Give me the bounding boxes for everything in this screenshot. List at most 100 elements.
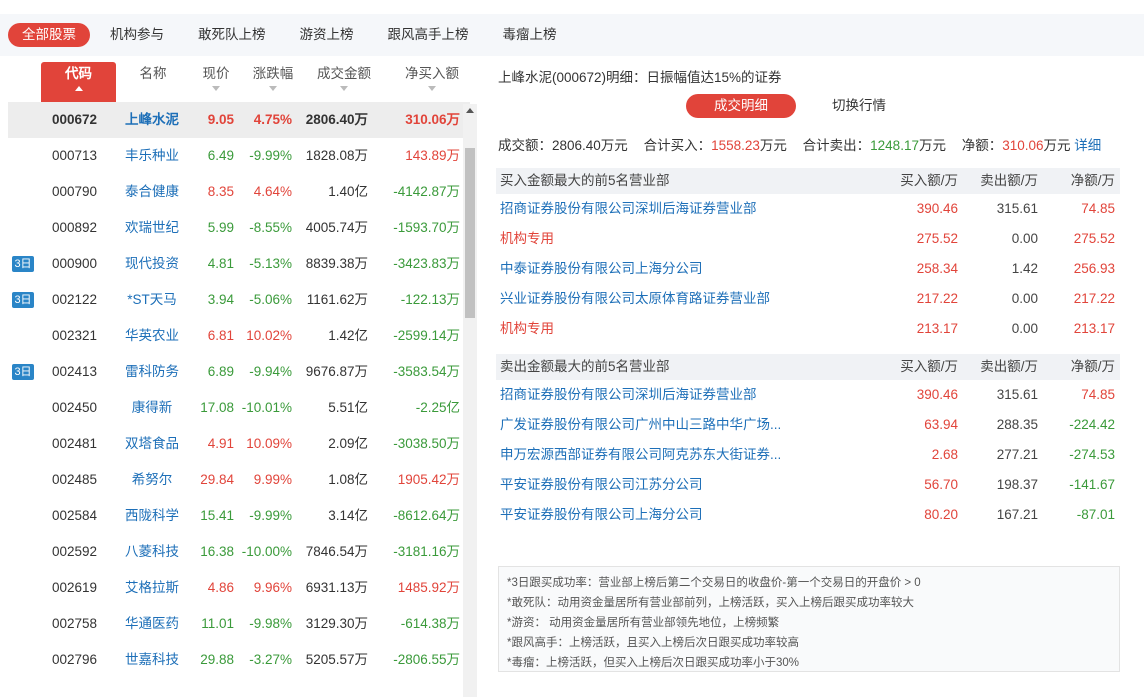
tab-all-stocks[interactable]: 全部股票 bbox=[8, 23, 90, 47]
broker-name[interactable]: 机构专用 bbox=[500, 224, 554, 254]
table-row[interactable]: 002481 双塔食品 4.91 10.09% 2.09亿 -3038.50万 bbox=[8, 426, 470, 462]
stock-amount: 3129.30万 bbox=[305, 616, 368, 631]
broker-name[interactable]: 申万宏源西部证券有限公司阿克苏东大街证券... bbox=[500, 440, 781, 470]
stock-name[interactable]: 双塔食品 bbox=[112, 426, 192, 462]
broker-name[interactable]: 兴业证券股份有限公司太原体育路证券营业部 bbox=[500, 284, 770, 314]
scroll-up-arrow-icon[interactable] bbox=[466, 108, 474, 113]
broker-row: 兴业证券股份有限公司太原体育路证券营业部 217.22 0.00 217.22 bbox=[496, 284, 1120, 314]
header-net-buy[interactable]: 净买入额 bbox=[396, 62, 468, 102]
broker-buy: 213.17 bbox=[916, 321, 958, 336]
stock-code: 002321 bbox=[52, 328, 98, 343]
broker-name[interactable]: 广发证券股份有限公司广州中山三路中华广场... bbox=[500, 410, 781, 440]
table-row[interactable]: 002485 希努尔 29.84 9.99% 1.08亿 1905.42万 bbox=[8, 462, 470, 498]
broker-name[interactable]: 平安证券股份有限公司江苏分公司 bbox=[500, 470, 703, 500]
broker-name[interactable]: 机构专用 bbox=[500, 314, 554, 344]
stock-name[interactable]: 华英农业 bbox=[112, 318, 192, 354]
table-row[interactable]: 3日 000900 现代投资 4.81 -5.13% 8839.38万 -3423.83万 bbox=[8, 246, 470, 282]
trade-summary: 成交额：2806.40万元 合计买入：1558.23万元 合计卖出：1248.1… bbox=[498, 134, 1101, 154]
stock-price: 29.88 bbox=[200, 652, 234, 667]
stock-name[interactable]: 华通医药 bbox=[112, 606, 192, 642]
stock-code: 002584 bbox=[52, 508, 98, 523]
stock-net-buy: -2599.14万 bbox=[393, 328, 460, 343]
scrollbar-thumb[interactable] bbox=[465, 148, 475, 318]
stock-amount: 1161.62万 bbox=[306, 292, 368, 307]
notes-box: *3日跟买成功率：营业部上榜后第二个交易日的收盘价-第一个交易日的开盘价 > 0… bbox=[498, 566, 1120, 672]
stock-price: 6.89 bbox=[207, 364, 234, 379]
stock-name[interactable]: 欢瑞世纪 bbox=[112, 210, 192, 246]
tab-dare-to-die[interactable]: 敢死队上榜 bbox=[184, 23, 280, 47]
stock-change: 10.02% bbox=[246, 328, 292, 343]
broker-net: 213.17 bbox=[1073, 321, 1115, 336]
detail-link[interactable]: 详细 bbox=[1074, 138, 1101, 153]
tab-hot-money[interactable]: 游资上榜 bbox=[286, 23, 368, 47]
broker-name[interactable]: 平安证券股份有限公司上海分公司 bbox=[500, 500, 703, 530]
header-change[interactable]: 涨跌幅 bbox=[248, 62, 298, 102]
stock-code: 000892 bbox=[52, 220, 98, 235]
stock-amount: 7846.54万 bbox=[305, 544, 368, 559]
stock-name[interactable]: 丰乐种业 bbox=[112, 138, 192, 174]
table-row[interactable]: 002450 康得新 17.08 -10.01% 5.51亿 -2.25亿 bbox=[8, 390, 470, 426]
sort-asc-icon bbox=[74, 86, 83, 91]
stock-name[interactable]: 雷科防务 bbox=[112, 354, 192, 390]
scrollbar[interactable] bbox=[463, 104, 477, 697]
stock-change: 9.96% bbox=[253, 580, 292, 595]
broker-buy: 63.94 bbox=[924, 417, 958, 432]
stock-price: 9.05 bbox=[207, 112, 234, 127]
summary-buy: 合计买入：1558.23万元 bbox=[643, 138, 787, 153]
table-row[interactable]: 002796 世嘉科技 29.88 -3.27% 5205.57万 -2806.55万 bbox=[8, 642, 470, 678]
buy-block-header: 买入金额最大的前5名营业部 买入额/万 卖出额/万 净额/万 bbox=[496, 168, 1120, 194]
broker-net: -87.01 bbox=[1076, 507, 1115, 522]
stock-change: 4.75% bbox=[253, 112, 292, 127]
stock-name[interactable]: 希努尔 bbox=[112, 462, 192, 498]
subtab-trade-detail[interactable]: 成交明细 bbox=[686, 94, 796, 118]
stock-code: 002481 bbox=[52, 436, 98, 451]
table-row[interactable]: 000892 欢瑞世纪 5.99 -8.55% 4005.74万 -1593.70万 bbox=[8, 210, 470, 246]
header-code[interactable]: 代码 bbox=[41, 62, 116, 102]
stock-name[interactable]: 西陇科学 bbox=[112, 498, 192, 534]
subtab-switch-quote[interactable]: 切换行情 bbox=[804, 94, 914, 118]
broker-name[interactable]: 招商证券股份有限公司深圳后海证券营业部 bbox=[500, 194, 757, 224]
stock-name[interactable]: 世嘉科技 bbox=[112, 642, 192, 678]
stock-name[interactable]: 泰合健康 bbox=[112, 174, 192, 210]
stock-code: 000672 bbox=[52, 112, 98, 127]
broker-row: 机构专用 213.17 0.00 213.17 bbox=[496, 314, 1120, 344]
table-row[interactable]: 3日 002122 *ST天马 3.94 -5.06% 1161.62万 -122.13万 bbox=[8, 282, 470, 318]
stock-name[interactable]: 康得新 bbox=[112, 390, 192, 426]
detail-panel: 上峰水泥(000672)明细：日振幅值达15%的证券 成交明细 切换行情 成交额… bbox=[490, 62, 1130, 697]
table-row[interactable]: 000672 上峰水泥 9.05 4.75% 2806.40万 310.06万 bbox=[8, 102, 470, 138]
stock-name[interactable]: *ST天马 bbox=[112, 282, 192, 318]
table-row[interactable]: 000713 丰乐种业 6.49 -9.99% 1828.08万 143.89万 bbox=[8, 138, 470, 174]
sort-icon bbox=[269, 86, 277, 91]
tab-toxic[interactable]: 毒瘤上榜 bbox=[489, 23, 571, 47]
stock-change: 4.64% bbox=[253, 184, 292, 199]
broker-buy: 217.22 bbox=[916, 291, 958, 306]
stock-change: -9.99% bbox=[249, 508, 292, 523]
table-row[interactable]: 000790 泰合健康 8.35 4.64% 1.40亿 -4142.87万 bbox=[8, 174, 470, 210]
table-row[interactable]: 002584 西陇科学 15.41 -9.99% 3.14亿 -8612.64万 bbox=[8, 498, 470, 534]
stock-name[interactable]: 现代投资 bbox=[112, 246, 192, 282]
header-name[interactable]: 名称 bbox=[128, 62, 178, 102]
tab-follower[interactable]: 跟风高手上榜 bbox=[374, 23, 483, 47]
stock-price: 6.49 bbox=[207, 148, 234, 163]
broker-row: 平安证券股份有限公司江苏分公司 56.70 198.37 -141.67 bbox=[496, 470, 1120, 500]
broker-sell: 167.21 bbox=[996, 507, 1038, 522]
stock-name[interactable]: 艾格拉斯 bbox=[112, 570, 192, 606]
broker-sell: 288.35 bbox=[996, 417, 1038, 432]
table-row[interactable]: 002592 八菱科技 16.38 -10.00% 7846.54万 -3181.16万 bbox=[8, 534, 470, 570]
table-row[interactable]: 002619 艾格拉斯 4.86 9.96% 6931.13万 1485.92万 bbox=[8, 570, 470, 606]
header-price[interactable]: 现价 bbox=[196, 62, 236, 102]
stock-amount: 5205.57万 bbox=[305, 652, 368, 667]
stock-name[interactable]: 八菱科技 bbox=[112, 534, 192, 570]
table-row[interactable]: 002321 华英农业 6.81 10.02% 1.42亿 -2599.14万 bbox=[8, 318, 470, 354]
stock-code: 000790 bbox=[52, 184, 98, 199]
tab-institution[interactable]: 机构参与 bbox=[96, 23, 178, 47]
table-row[interactable]: 3日 002413 雷科防务 6.89 -9.94% 9676.87万 -3583.54万 bbox=[8, 354, 470, 390]
broker-name[interactable]: 中泰证券股份有限公司上海分公司 bbox=[500, 254, 703, 284]
broker-net: 74.85 bbox=[1081, 201, 1115, 216]
table-row[interactable]: 002758 华通医药 11.01 -9.98% 3129.30万 -614.38万 bbox=[8, 606, 470, 642]
header-amount[interactable]: 成交金额 bbox=[308, 62, 380, 102]
broker-name[interactable]: 招商证券股份有限公司深圳后海证券营业部 bbox=[500, 380, 757, 410]
stock-code: 002592 bbox=[52, 544, 98, 559]
stock-amount: 2806.40万 bbox=[305, 112, 368, 127]
stock-name[interactable]: 上峰水泥 bbox=[112, 102, 192, 138]
